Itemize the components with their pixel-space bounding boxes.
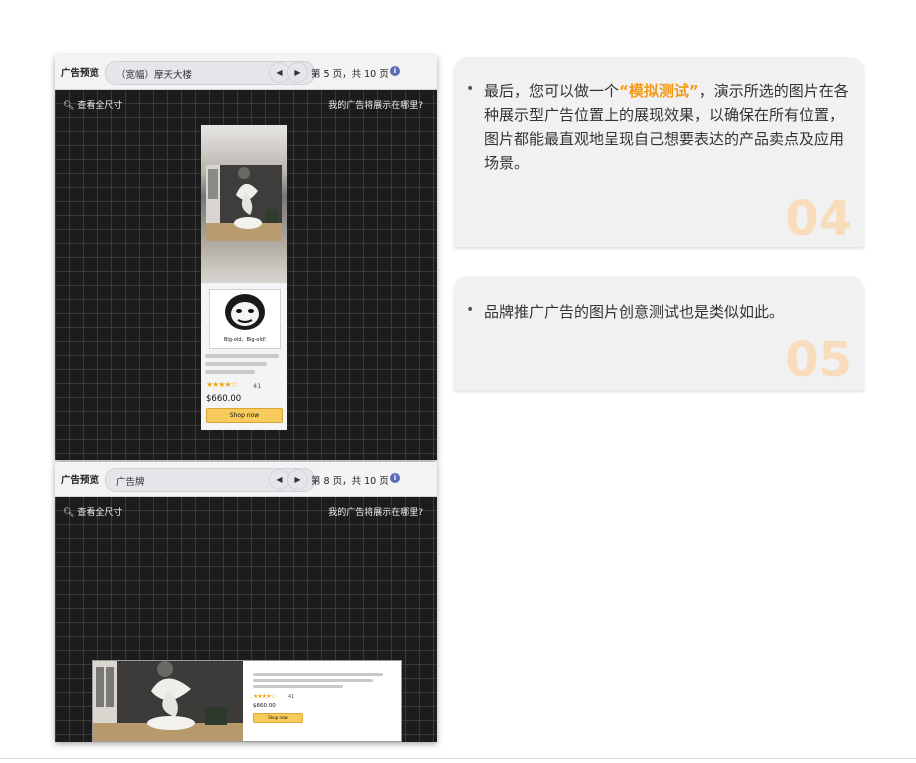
preview-label: 广告预览 xyxy=(61,475,100,486)
tip-card-04: • 最后，您可以做一个“模拟测试”，演示所选的图片在各种展示型广告位置上的展现效… xyxy=(454,57,864,247)
ad-size-select-value: （宽幅）摩天大楼 xyxy=(116,70,193,81)
product-title-blurred xyxy=(253,673,383,676)
caret-left-icon: ◀ xyxy=(276,475,283,484)
view-full-size-link[interactable]: 🔍︎ 查看全尺寸 xyxy=(63,98,122,111)
bullet: • xyxy=(466,81,475,97)
caret-right-icon: ▶ xyxy=(294,475,301,484)
product-title-blurred xyxy=(205,370,255,374)
tip-card-05: • 品牌推广广告的图片创意测试也是类似如此。 05 xyxy=(454,276,864,390)
product-title-blurred xyxy=(253,685,343,688)
view-full-size-label: 查看全尺寸 xyxy=(77,508,123,518)
star-rating-icon: ★★★★☆ xyxy=(253,693,276,700)
product-title-blurred xyxy=(253,679,373,682)
info-icon[interactable]: i xyxy=(390,66,400,76)
tip-highlight: “模拟测试” xyxy=(619,82,699,100)
bathroom-scene-icon xyxy=(206,165,282,241)
rating-count: 41 xyxy=(253,382,262,390)
ad-size-select-value: 广告牌 xyxy=(116,477,145,488)
preview-toolbar: 广告预览 广告牌 ⌄ ◀ ▶ 第 8 页，共 10 页 i xyxy=(55,462,437,497)
meme-caption: Big-old，Big-old! xyxy=(223,337,267,343)
tip-text: 最后，您可以做一个“模拟测试”，演示所选的图片在各种展示型广告位置上的展现效果，… xyxy=(484,79,852,175)
bathroom-photo xyxy=(206,165,282,241)
info-icon[interactable]: i xyxy=(390,473,400,483)
billboard-ad: ★★★★☆ 41 $660.00 Shop now xyxy=(92,660,402,742)
caret-right-icon: ▶ xyxy=(294,68,301,77)
shop-now-button[interactable]: Shop now xyxy=(253,713,303,723)
search-icon: 🔍︎ xyxy=(63,101,75,111)
next-page-button[interactable]: ▶ xyxy=(287,469,308,490)
bathroom-photo xyxy=(93,661,243,741)
step-number: 05 xyxy=(785,332,852,388)
meme-image: Big-old，Big-old! xyxy=(209,289,281,349)
view-full-size-label: 查看全尺寸 xyxy=(77,101,123,111)
preview-label: 广告预览 xyxy=(61,68,100,79)
where-shown-link[interactable]: 我的广告将展示在哪里? xyxy=(328,505,423,518)
divider xyxy=(0,758,916,759)
ad-product-image xyxy=(201,125,287,283)
face-icon xyxy=(225,294,265,330)
skyscraper-ad-card: Big-old，Big-old! ★★★★☆ 41 $660.00 Shop n… xyxy=(201,125,287,430)
tip-text-before: 最后，您可以做一个 xyxy=(484,82,620,100)
star-rating-icon: ★★★★☆ xyxy=(206,380,238,389)
product-price: $660.00 xyxy=(253,703,276,709)
caret-left-icon: ◀ xyxy=(276,68,283,77)
page-indicator: 第 8 页，共 10 页 xyxy=(311,476,389,487)
product-price: $660.00 xyxy=(206,394,242,404)
ad-preview-panel-billboard: 广告预览 广告牌 ⌄ ◀ ▶ 第 8 页，共 10 页 i 🔍︎ 查看全尺寸 我… xyxy=(55,462,437,742)
step-number: 04 xyxy=(785,191,852,247)
product-title-blurred xyxy=(205,362,267,366)
shop-now-button[interactable]: Shop now xyxy=(206,408,283,423)
where-shown-link[interactable]: 我的广告将展示在哪里? xyxy=(328,98,423,111)
ad-preview-panel-skyscraper: 广告预览 （宽幅）摩天大楼 ⌄ ◀ ▶ 第 5 页，共 10 页 i 🔍︎ 查看… xyxy=(55,55,437,460)
page-indicator: 第 5 页，共 10 页 xyxy=(311,69,389,80)
tip-text: 品牌推广广告的图片创意测试也是类似如此。 xyxy=(484,303,785,321)
rating-count: 41 xyxy=(288,694,295,700)
bullet: • xyxy=(466,302,475,318)
product-title-blurred xyxy=(205,354,279,358)
view-full-size-link[interactable]: 🔍︎ 查看全尺寸 xyxy=(63,505,122,518)
preview-toolbar: 广告预览 （宽幅）摩天大楼 ⌄ ◀ ▶ 第 5 页，共 10 页 i xyxy=(55,55,437,90)
next-page-button[interactable]: ▶ xyxy=(287,62,308,83)
search-icon: 🔍︎ xyxy=(63,508,75,518)
